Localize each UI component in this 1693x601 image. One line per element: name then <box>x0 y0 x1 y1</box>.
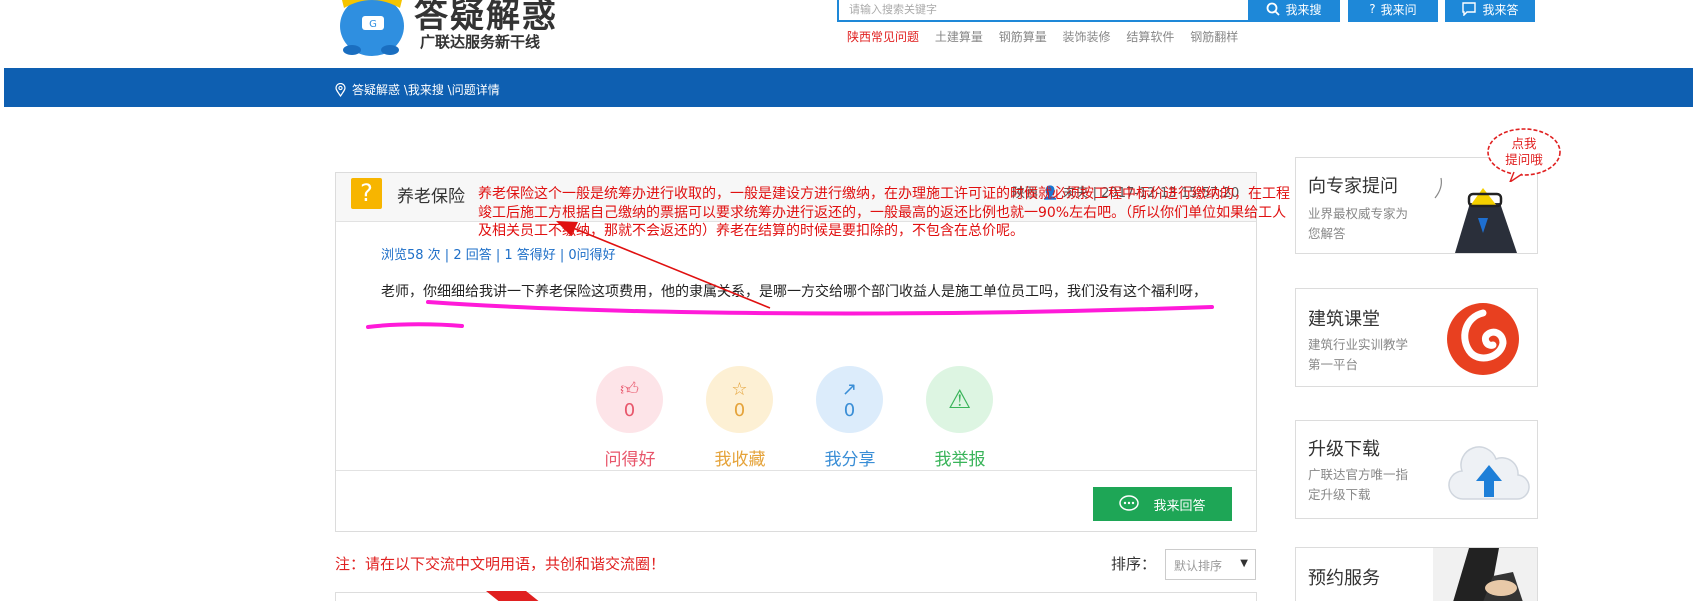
star-icon: ☆ <box>731 378 748 400</box>
hot-links: 陕西常见问题 土建算量 钢筋算量 装饰装修 结算软件 钢筋翻样 <box>847 28 1250 45</box>
answer-list-top <box>335 591 1257 601</box>
breadcrumb-text[interactable]: 答疑解惑 \我来搜 \问题详情 <box>352 81 500 98</box>
share-count: 0 <box>843 399 856 421</box>
classroom-logo-icon <box>1447 303 1519 375</box>
sort-label: 排序： <box>1111 555 1157 573</box>
like-question-button[interactable]: 👍︎ 0 <box>596 366 663 433</box>
report-label[interactable]: 我举报 <box>915 445 1005 470</box>
card-title: 向专家提问 <box>1308 176 1398 197</box>
chat-icon <box>1462 2 1477 16</box>
ask-bubble-badge[interactable]: 点我 提问哦 <box>1484 126 1564 182</box>
handshake-photo-icon <box>1433 548 1537 601</box>
ask-button[interactable]: ? 我来问 <box>1348 0 1438 22</box>
hot-link[interactable]: 装饰装修 <box>1063 30 1111 44</box>
hot-link[interactable]: 土建算量 <box>935 30 983 44</box>
cloud-upload-icon <box>1448 446 1530 500</box>
hot-link[interactable]: 陕西常见问题 <box>847 30 919 44</box>
annotation-text: 养老保险这个一般是统筹办进行收取的，一般是建设方进行缴纳，在办理施工许可证的时候… <box>478 186 1290 239</box>
share-label[interactable]: 我分享 <box>805 445 895 470</box>
sidebar-card-appointment[interactable]: 预约服务 <box>1295 547 1538 601</box>
answer-button-label: 我来答 <box>1482 2 1519 17</box>
favorite-count: 0 <box>733 399 746 421</box>
question-mark-icon: ? <box>1369 2 1376 16</box>
sidebar-card-download[interactable]: 升级下载 广联达官方唯一指定升级下载 <box>1295 420 1538 519</box>
chat-icon <box>1119 495 1140 511</box>
card-title: 预约服务 <box>1308 568 1380 589</box>
location-pin-icon <box>335 82 346 97</box>
ribbon-icon <box>486 591 539 601</box>
hot-link[interactable]: 钢筋算量 <box>999 30 1047 44</box>
question-body: 老师，你细细给我讲一下养老保险这项费用，他的隶属关系，是哪一方交给哪个部门收益人… <box>381 284 1207 300</box>
civility-note: 注：请在以下交流中文明用语，共创和谐交流圈！ <box>335 555 666 573</box>
sort-select[interactable]: 默认排序 ▼ <box>1165 549 1256 580</box>
share-icon: ↗ <box>841 378 858 400</box>
divider <box>336 470 1256 471</box>
like-count: 0 <box>623 400 636 421</box>
like-label[interactable]: 问得好 <box>585 445 675 470</box>
ask-button-label: 我来问 <box>1380 2 1417 17</box>
reply-button-label: 我来回答 <box>1153 498 1206 514</box>
svg-text:G: G <box>369 19 377 30</box>
thumbs-up-icon: 👍︎ <box>620 379 639 400</box>
breadcrumb: 答疑解惑 \我来搜 \问题详情 <box>335 81 500 98</box>
search-button-label: 我来搜 <box>1285 2 1322 17</box>
favorite-button[interactable]: ☆ 0 <box>706 366 773 433</box>
caret-down-icon: ▼ <box>1240 558 1248 569</box>
sidebar-card-classroom[interactable]: 建筑课堂 建筑行业实训教学第一平台 <box>1295 288 1538 387</box>
question-icon: ? <box>351 178 382 209</box>
logo-mascot: G <box>332 0 414 58</box>
report-button[interactable]: ⚠︎ <box>926 366 993 433</box>
favorite-label[interactable]: 我收藏 <box>695 445 785 470</box>
search-icon <box>1267 2 1281 16</box>
card-subtitle: 业界最权威专家为您解答 <box>1308 206 1409 241</box>
card-subtitle: 广联达官方唯一指定升级下载 <box>1308 467 1409 502</box>
card-subtitle: 建筑行业实训教学第一平台 <box>1308 337 1409 372</box>
answer-button[interactable]: 我来答 <box>1445 0 1535 22</box>
nav-bar <box>4 68 1693 107</box>
card-title: 建筑课堂 <box>1308 309 1380 330</box>
badge-line-1: 点我 <box>1511 136 1537 151</box>
search-input[interactable]: 请输入搜索关键字 <box>837 0 1250 22</box>
warning-icon: ⚠︎ <box>947 384 972 415</box>
card-title: 升级下载 <box>1308 439 1380 460</box>
hot-link[interactable]: 钢筋翻样 <box>1190 30 1238 44</box>
sort-selected: 默认排序 <box>1174 559 1223 573</box>
badge-line-2: 提问哦 <box>1505 152 1543 167</box>
question-stats: 浏览58 次 | 2 回答 | 1 答得好 | 0问得好 <box>381 248 616 263</box>
hot-link[interactable]: 结算软件 <box>1126 30 1174 44</box>
question-title: 养老保险 <box>397 187 465 207</box>
share-button[interactable]: ↗ 0 <box>816 366 883 433</box>
search-button[interactable]: 我来搜 <box>1248 0 1340 22</box>
logo-subtitle: 广联达服务新干线 <box>420 33 541 51</box>
reply-button[interactable]: 我来回答 <box>1093 487 1232 521</box>
